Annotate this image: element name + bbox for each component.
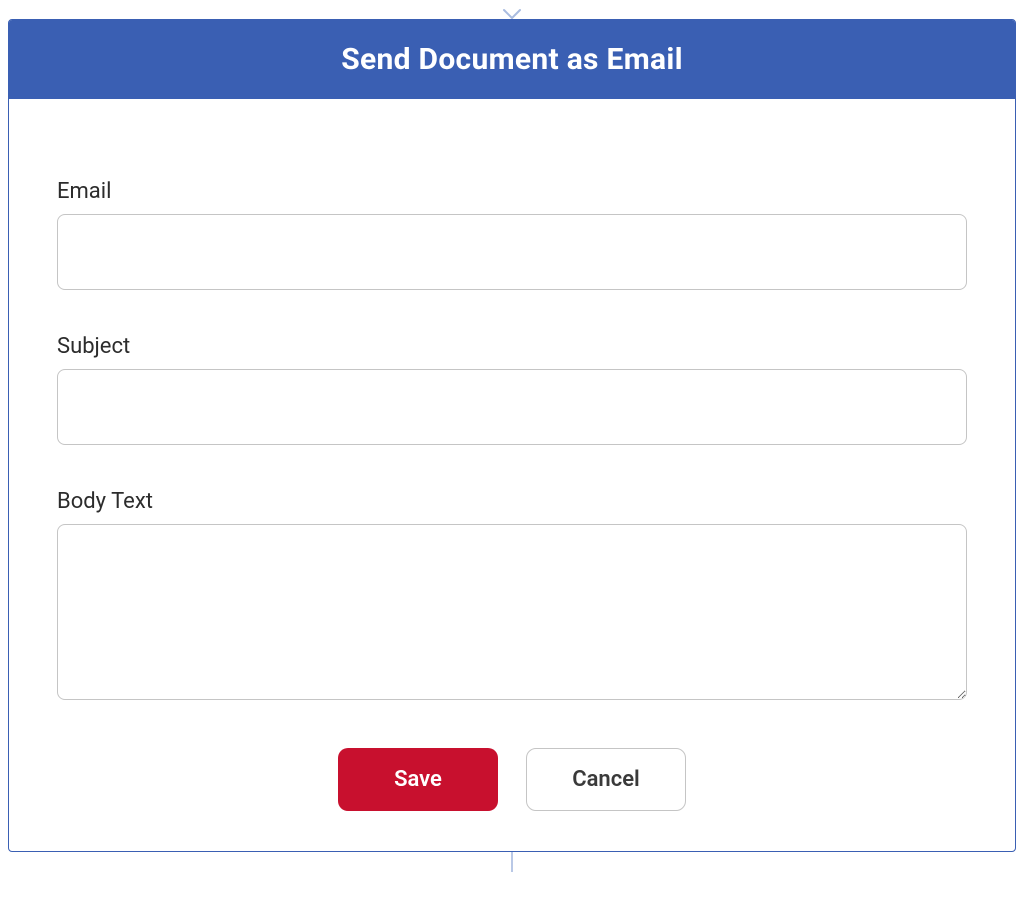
subject-input[interactable] bbox=[57, 369, 967, 445]
email-input[interactable] bbox=[57, 214, 967, 290]
email-label: Email bbox=[57, 179, 967, 204]
subject-form-group: Subject bbox=[57, 334, 967, 445]
button-row: Save Cancel bbox=[57, 748, 967, 811]
modal-header: Send Document as Email bbox=[9, 20, 1015, 99]
connector-line-bottom bbox=[511, 852, 513, 872]
save-button[interactable]: Save bbox=[338, 748, 498, 811]
body-text-label: Body Text bbox=[57, 489, 967, 514]
modal-body: Email Subject Body Text Save Cancel bbox=[9, 99, 1015, 851]
cancel-button[interactable]: Cancel bbox=[526, 748, 686, 811]
send-document-email-modal: Send Document as Email Email Subject Bod… bbox=[8, 19, 1016, 852]
body-text-textarea[interactable] bbox=[57, 524, 967, 700]
body-form-group: Body Text bbox=[57, 489, 967, 704]
subject-label: Subject bbox=[57, 334, 967, 359]
email-form-group: Email bbox=[57, 179, 967, 290]
modal-title: Send Document as Email bbox=[25, 42, 999, 77]
